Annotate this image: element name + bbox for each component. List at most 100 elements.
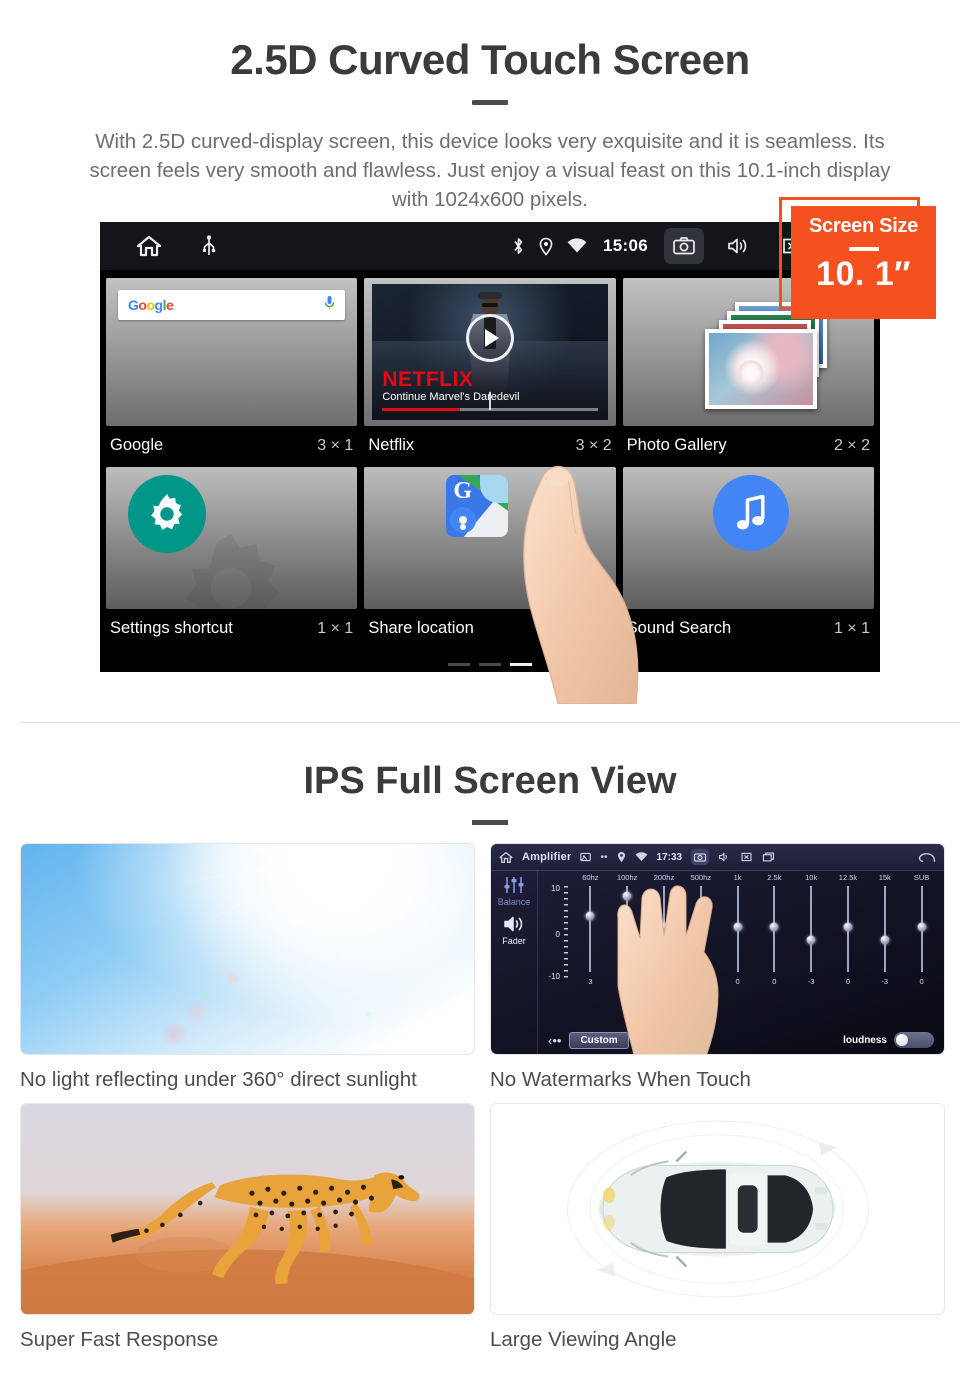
freq-label: 1k	[733, 873, 742, 882]
freq-label: 10k	[805, 873, 818, 882]
eq-slider[interactable]: 0	[903, 882, 940, 986]
amplifier-time: 17:33	[656, 851, 683, 863]
widget-label-row: Google 3 × 1	[106, 426, 357, 467]
widget-share-location[interactable]: G Share location 1 × 1	[364, 467, 616, 650]
freq-label: 15k	[878, 873, 891, 882]
google-search-bar[interactable]: Google	[118, 290, 346, 320]
touching-hand-overlay	[617, 885, 719, 1054]
card-caption: No light reflecting under 360° direct su…	[20, 1068, 417, 1091]
feature-card: Amplifier •• 17:33 Balance Fader 60hz 10…	[490, 843, 960, 1103]
page-dot-1[interactable]	[448, 663, 470, 666]
widget-name: Sound Search	[626, 619, 732, 637]
speaker-icon[interactable]	[491, 915, 537, 935]
loudness-control[interactable]: loudness	[843, 1032, 934, 1048]
home-icon[interactable]	[136, 234, 162, 258]
feature-card: Large Viewing Angle	[490, 1103, 960, 1363]
widget-size: 1 × 1	[317, 620, 354, 637]
eq-slider[interactable]: -3	[866, 882, 903, 986]
loudness-toggle[interactable]	[894, 1032, 934, 1048]
widget-size: 1 × 1	[833, 620, 870, 637]
equalizer-panel: 60hz 100hz 200hz 500hz 1k 2.5k 10k 12.5k…	[538, 870, 944, 1054]
widget-sound-search[interactable]: Sound Search 1 × 1	[622, 467, 874, 650]
widget-label-row: Photo Gallery 2 × 2	[623, 426, 874, 467]
netflix-widget[interactable]: NETFLIX Continue Marvel's Daredevil	[364, 278, 616, 426]
status-time: 15:06	[603, 236, 648, 255]
volume-icon[interactable]	[718, 228, 758, 264]
wifi-icon	[635, 852, 648, 862]
camera-icon[interactable]	[691, 849, 710, 865]
eq-value: 0	[772, 977, 777, 986]
scale-top: 10	[551, 884, 560, 893]
widget-name: Netflix	[368, 436, 415, 454]
recents-icon[interactable]	[762, 852, 776, 862]
play-icon[interactable]	[465, 314, 514, 363]
page-dot-2[interactable]	[479, 663, 501, 666]
widget-google[interactable]: Google Google 3 × 1	[106, 278, 358, 467]
eq-value: -3	[807, 977, 815, 986]
netflix-subtitle: Continue Marvel's Daredevil	[382, 391, 520, 403]
netflix-artwork: NETFLIX Continue Marvel's Daredevil	[372, 284, 608, 420]
sidebar-label-fader[interactable]: Fader	[491, 936, 537, 946]
widget-label-row: Sound Search 1 × 1	[623, 609, 874, 650]
eq-slider[interactable]: -3	[793, 882, 830, 986]
google-maps-widget[interactable]: G	[364, 467, 616, 609]
car-top-view-image	[490, 1103, 945, 1315]
page-dot-3-active[interactable]	[510, 663, 532, 666]
equalizer-sliders: 10 0 -10 3 -4 0 0 0 0	[542, 882, 940, 986]
page-indicator[interactable]	[448, 663, 532, 666]
camera-icon[interactable]	[664, 228, 704, 264]
usb-icon[interactable]	[202, 235, 216, 257]
home-icon[interactable]	[499, 851, 513, 864]
scale-mid: 0	[555, 930, 560, 939]
cheetah-figure	[21, 1172, 474, 1314]
maps-icon[interactable]: G	[446, 475, 509, 537]
freq-label: 12.5k	[838, 873, 858, 882]
back-icon[interactable]	[918, 852, 936, 863]
freq-label: 100hz	[616, 873, 638, 882]
widget-netflix[interactable]: NETFLIX Continue Marvel's Daredevil Netf…	[364, 278, 616, 467]
volume-icon[interactable]	[718, 852, 731, 862]
head-unit-screenshot: 15:06 Google Google 3 × 1 NETFLIX Contin…	[100, 222, 880, 704]
badge-value: 10. 1″	[816, 255, 911, 293]
eq-slider[interactable]: 0	[830, 882, 867, 986]
amplifier-equalizer-image: Amplifier •• 17:33 Balance Fader 60hz 10…	[490, 843, 945, 1055]
sidebar-label-balance[interactable]: Balance	[491, 897, 537, 907]
music-note-widget[interactable]	[622, 467, 874, 609]
amplifier-sidebar: Balance Fader	[491, 870, 538, 1054]
location-icon	[617, 851, 626, 863]
widget-size: 1 × 1	[575, 620, 612, 637]
card-caption: No Watermarks When Touch	[490, 1068, 751, 1091]
blue-sky-sun-flare-image	[20, 843, 475, 1055]
settings-gear-widget[interactable]	[106, 467, 358, 609]
frequency-labels: 60hz 100hz 200hz 500hz 1k 2.5k 10k 12.5k…	[572, 873, 940, 882]
eq-slider[interactable]: 0	[756, 882, 793, 986]
freq-label: 500hz	[690, 873, 711, 882]
widget-size: 3 × 2	[575, 437, 612, 454]
microphone-icon[interactable]	[324, 295, 335, 316]
settings-icon[interactable]	[128, 475, 206, 553]
badge-label: Screen Size	[809, 215, 918, 237]
widget-label-row: Settings shortcut 1 × 1	[106, 609, 357, 650]
amplifier-title: Amplifier	[522, 851, 572, 863]
widget-grid: Google Google 3 × 1 NETFLIX Continue Mar…	[100, 270, 880, 672]
music-note-icon[interactable]	[712, 475, 789, 551]
back-arrow-icon[interactable]: ‹••	[548, 1033, 561, 1048]
eq-slider[interactable]: 3	[572, 882, 609, 986]
section2-underline	[472, 820, 508, 825]
sliders-icon[interactable]	[502, 877, 526, 896]
status-bar: 15:06	[100, 222, 880, 270]
page-title: 2.5D Curved Touch Screen	[230, 36, 750, 83]
eq-value: -3	[881, 977, 889, 986]
bluetooth-icon	[512, 236, 525, 256]
scale-ticks	[564, 886, 568, 982]
widget-name: Share location	[368, 619, 474, 637]
section-divider	[20, 722, 960, 723]
close-icon[interactable]	[740, 852, 753, 862]
widget-name: Settings shortcut	[110, 619, 233, 637]
google-search-widget[interactable]: Google	[106, 278, 358, 426]
widget-name: Photo Gallery	[626, 436, 727, 454]
progress-bar	[382, 408, 598, 411]
section2-title: IPS Full Screen View	[303, 760, 677, 802]
widget-settings-shortcut[interactable]: Settings shortcut 1 × 1	[106, 467, 358, 650]
widget-label-row: Share location 1 × 1	[364, 609, 615, 650]
